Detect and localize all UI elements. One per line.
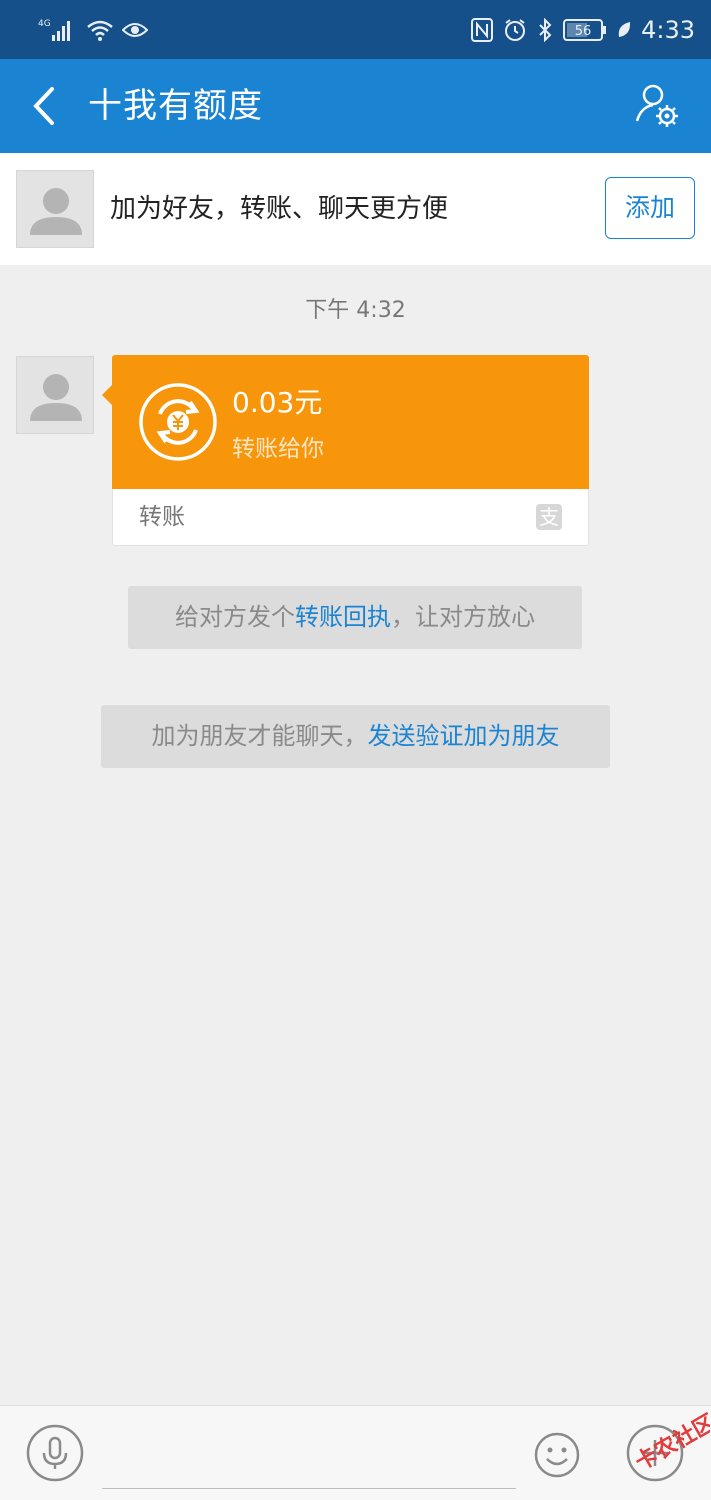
- nav-bar: 十我有额度: [0, 59, 711, 153]
- nfc-icon: [471, 18, 494, 42]
- network-type-label: 4G: [38, 19, 51, 29]
- send-verification-link[interactable]: 发送验证加为朋友: [368, 722, 560, 750]
- avatar-icon: [30, 374, 82, 421]
- transfer-description: 转账给你: [232, 436, 324, 462]
- watermark-logo: 卡农社区: [631, 1409, 710, 1476]
- system-message-text: 给对方发个: [175, 603, 295, 631]
- add-friend-hint: 加为好友，转账、聊天更方便: [110, 194, 449, 224]
- battery-icon: 56: [563, 19, 607, 41]
- add-friend-bar: 加为好友，转账、聊天更方便 添加: [0, 153, 711, 265]
- transfer-receipt-link[interactable]: 转账回执: [295, 603, 391, 631]
- battery-level: 56: [575, 24, 592, 39]
- status-bar: 4G 56 4:33: [0, 0, 711, 59]
- avatar-icon: [30, 188, 82, 235]
- system-message-text: 加为朋友才能聊天，: [151, 722, 368, 750]
- status-time: 4:33: [641, 16, 695, 44]
- add-friend-button[interactable]: 添加: [605, 177, 695, 239]
- transfer-card-footer: 转账 支: [112, 489, 589, 546]
- svg-text:卡农社区: 卡农社区: [631, 1409, 710, 1476]
- emoji-icon[interactable]: [533, 1431, 581, 1479]
- receipt-system-message: 给对方发个转账回执，让对方放心: [128, 586, 582, 649]
- sender-avatar[interactable]: [16, 356, 94, 434]
- transfer-coin-icon: [139, 383, 217, 461]
- back-icon[interactable]: [26, 85, 66, 127]
- system-message-text: ，让对方放心: [391, 603, 535, 631]
- input-bar: [0, 1405, 711, 1500]
- transfer-card[interactable]: 0.03元 转账给你 转账 支: [102, 355, 589, 546]
- mic-icon[interactable]: [26, 1424, 84, 1482]
- transfer-footer-label: 转账: [139, 504, 185, 530]
- signal-icon: 4G: [38, 19, 70, 41]
- alarm-icon: [505, 19, 526, 41]
- chat-title: 十我有额度: [88, 86, 263, 126]
- alipay-icon: 支: [536, 504, 562, 530]
- wifi-icon: [87, 20, 113, 41]
- user-settings-icon[interactable]: [633, 83, 683, 129]
- bluetooth-icon: [539, 18, 552, 42]
- message-timestamp: 下午 4:32: [305, 298, 406, 323]
- message-input[interactable]: [102, 1426, 516, 1489]
- transfer-card-body: 0.03元 转账给你: [112, 355, 589, 489]
- leaf-icon: [618, 22, 631, 37]
- transfer-amount: 0.03元: [232, 386, 323, 419]
- avatar[interactable]: [16, 170, 94, 248]
- eye-icon: [122, 23, 148, 37]
- verify-system-message: 加为朋友才能聊天，发送验证加为朋友: [101, 705, 610, 768]
